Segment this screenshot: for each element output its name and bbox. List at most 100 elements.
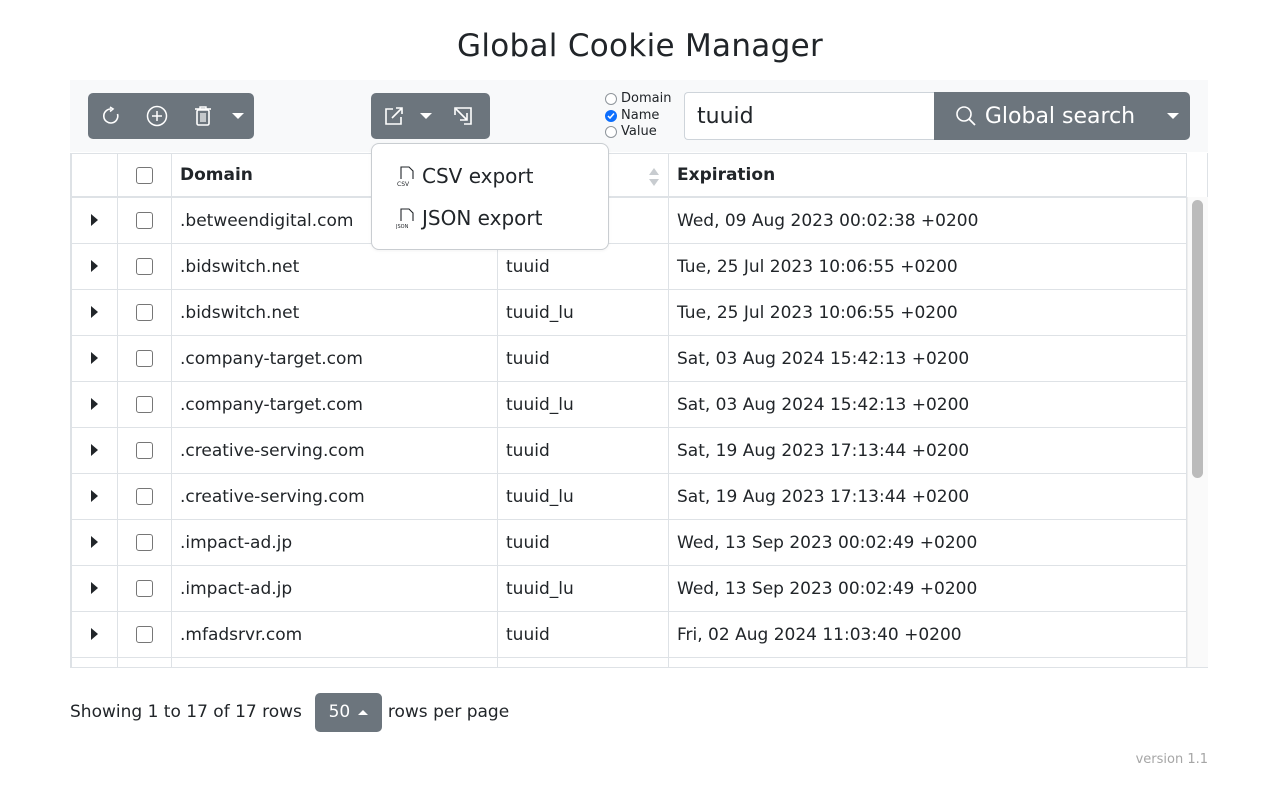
expiration-cell: Tue, 25 Jul 2023 10:06:55 +0200 bbox=[668, 243, 1187, 290]
domain-cell: .impact-ad.jp bbox=[171, 565, 498, 612]
page-size-dropdown[interactable]: 50 bbox=[314, 692, 382, 732]
expiration-cell: Wed, 09 Aug 2023 00:02:38 +0200 bbox=[668, 196, 1187, 244]
expand-row-icon[interactable] bbox=[91, 443, 98, 456]
table-row[interactable]: .impact-ad.jp tuuid Wed, 13 Sep 2023 00:02… bbox=[71, 519, 1187, 566]
select-cell bbox=[117, 196, 172, 244]
search-icon bbox=[956, 106, 976, 126]
table-row[interactable]: .company-target.com tuuid_lu Sat, 03 Aug 2… bbox=[71, 381, 1187, 428]
select-cell bbox=[117, 381, 172, 428]
table-row[interactable]: .bidswitch.net tuuid_lu Tue, 25 Jul 2023 1… bbox=[71, 289, 1187, 336]
check-icon bbox=[607, 112, 615, 119]
expand-row-icon[interactable] bbox=[91, 627, 98, 640]
row-checkbox[interactable] bbox=[136, 580, 153, 597]
json-export-item[interactable]: JSON JSON export bbox=[396, 206, 542, 230]
svg-text:JSON: JSON bbox=[396, 224, 409, 230]
search-option-name[interactable]: Name bbox=[605, 108, 671, 125]
refresh-button[interactable] bbox=[88, 93, 134, 139]
table-row[interactable]: .creative-serving.com tuuid_lu Sat, 19 Aug… bbox=[71, 473, 1187, 520]
expand-cell[interactable] bbox=[71, 381, 118, 428]
expand-cell[interactable] bbox=[71, 335, 118, 382]
row-checkbox[interactable] bbox=[136, 488, 153, 505]
search-option-domain[interactable]: Domain bbox=[605, 91, 671, 108]
row-checkbox[interactable] bbox=[136, 396, 153, 413]
svg-text:CSV: CSV bbox=[397, 181, 410, 188]
pagination-summary: Showing 1 to 17 of 17 rows bbox=[70, 702, 302, 722]
select-cell bbox=[117, 519, 172, 566]
expiration-cell: Sat, 19 Aug 2023 17:13:44 +0200 bbox=[668, 427, 1187, 474]
row-checkbox[interactable] bbox=[136, 304, 153, 321]
expand-cell[interactable] bbox=[71, 657, 118, 667]
select-all-checkbox[interactable] bbox=[136, 166, 153, 184]
search-input[interactable] bbox=[684, 92, 935, 140]
global-search-button[interactable]: Global search bbox=[934, 92, 1156, 140]
delete-button[interactable] bbox=[180, 93, 226, 139]
expand-cell[interactable] bbox=[71, 519, 118, 566]
page-size-value: 50 bbox=[328, 702, 351, 722]
expand-cell[interactable] bbox=[71, 289, 118, 336]
expand-cell[interactable] bbox=[71, 611, 118, 658]
table-row[interactable]: .betweendigital.comtuuidWed, 09 Aug 2023… bbox=[71, 196, 1187, 244]
search-options-toggle[interactable] bbox=[1156, 92, 1190, 140]
row-checkbox[interactable] bbox=[136, 350, 153, 367]
csv-export-label: CSV export bbox=[422, 164, 534, 188]
row-checkbox[interactable] bbox=[136, 534, 153, 551]
import-button[interactable] bbox=[435, 93, 490, 139]
expiration-column-header[interactable]: Expiration bbox=[668, 153, 1187, 198]
name-cell: tuuid bbox=[497, 243, 669, 290]
table-row[interactable]: .bidswitch.net tuuid Tue, 25 Jul 2023 10:0… bbox=[71, 243, 1187, 290]
value-checkbox[interactable] bbox=[605, 126, 617, 139]
trash-icon bbox=[195, 106, 211, 126]
search-option-value[interactable]: Value bbox=[605, 124, 671, 141]
pagination-bar: Showing 1 to 17 of 17 rows 50 rows per p… bbox=[70, 692, 509, 732]
expand-cell[interactable] bbox=[71, 243, 118, 290]
export-options-toggle[interactable] bbox=[417, 93, 435, 139]
cookie-table: Domain Name Expiration .betweendigital.c… bbox=[71, 153, 1187, 667]
expiration-cell: Wed, 13 Sep 2023 00:02:49 +0200 bbox=[668, 565, 1187, 612]
add-cookie-button[interactable] bbox=[134, 93, 180, 139]
delete-options-toggle[interactable] bbox=[226, 93, 250, 139]
table-row[interactable]: .impact-ad.jp tuuid_lu Wed, 13 Sep 2023 00… bbox=[71, 565, 1187, 612]
row-checkbox[interactable] bbox=[136, 626, 153, 643]
table-row[interactable]: .creative-serving.com tuuid Sat, 19 Aug 20… bbox=[71, 427, 1187, 474]
table-row[interactable]: .mfadsrvr.com tuuid Fri, 02 Aug 2024 11:03… bbox=[71, 611, 1187, 658]
domain-checkbox[interactable] bbox=[605, 93, 617, 106]
export-icon bbox=[385, 107, 403, 125]
csv-export-item[interactable]: CSV CSV export bbox=[396, 164, 533, 188]
select-cell bbox=[117, 427, 172, 474]
expiration-cell: Sat, 03 Aug 2024 15:42:13 +0200 bbox=[668, 381, 1187, 428]
expand-cell[interactable] bbox=[71, 196, 118, 244]
expand-cell[interactable] bbox=[71, 473, 118, 520]
select-cell bbox=[117, 289, 172, 336]
expiration-cell: Tue, 25 Jul 2023 10:06:55 +0200 bbox=[668, 289, 1187, 336]
name-checkbox[interactable] bbox=[605, 109, 617, 122]
row-checkbox[interactable] bbox=[136, 212, 153, 229]
export-button[interactable] bbox=[371, 93, 417, 139]
expand-cell[interactable] bbox=[71, 427, 118, 474]
expand-column-header bbox=[71, 153, 118, 198]
table-row[interactable] bbox=[71, 657, 1187, 667]
expand-row-icon[interactable] bbox=[91, 581, 98, 594]
row-checkbox[interactable] bbox=[136, 442, 153, 459]
version-label: version 1.1 bbox=[1135, 752, 1208, 767]
expand-row-icon[interactable] bbox=[91, 489, 98, 502]
domain-cell: .mfadsrvr.com bbox=[171, 611, 498, 658]
json-file-icon: JSON bbox=[396, 208, 414, 230]
expand-row-icon[interactable] bbox=[91, 535, 98, 548]
expand-cell[interactable] bbox=[71, 565, 118, 612]
name-option-label: Name bbox=[621, 107, 660, 123]
select-all-column-header bbox=[117, 153, 172, 198]
row-checkbox[interactable] bbox=[136, 258, 153, 275]
table-scrollbar-thumb[interactable] bbox=[1192, 200, 1203, 478]
cookie-actions-group bbox=[88, 93, 254, 139]
caret-down-icon bbox=[420, 113, 432, 119]
domain-cell: .company-target.com bbox=[171, 381, 498, 428]
expand-row-icon[interactable] bbox=[91, 351, 98, 364]
expiration-cell: Fri, 02 Aug 2024 11:03:40 +0200 bbox=[668, 611, 1187, 658]
expand-row-icon[interactable] bbox=[91, 259, 98, 272]
expand-row-icon[interactable] bbox=[91, 305, 98, 318]
expand-row-icon[interactable] bbox=[91, 397, 98, 410]
expand-row-icon[interactable] bbox=[91, 213, 98, 226]
table-row[interactable]: .company-target.com tuuid Sat, 03 Aug 2024… bbox=[71, 335, 1187, 382]
caret-down-icon bbox=[1167, 113, 1179, 119]
expiration-cell: Sat, 03 Aug 2024 15:42:13 +0200 bbox=[668, 335, 1187, 382]
